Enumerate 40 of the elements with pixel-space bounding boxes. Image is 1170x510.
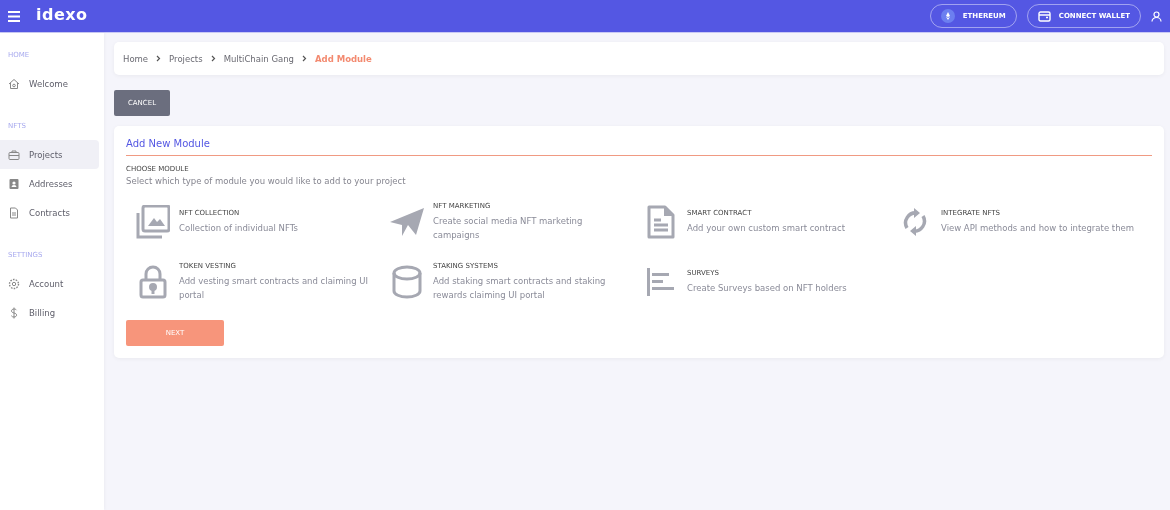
- sidebar-item[interactable]: Account: [0, 269, 99, 298]
- breadcrumb-link[interactable]: Projects: [169, 53, 203, 64]
- module-description: Add your own custom smart contract: [687, 222, 845, 235]
- document-icon: [8, 206, 20, 219]
- cylinder-icon: [391, 265, 423, 299]
- breadcrumb-current: Add Module: [314, 53, 372, 64]
- home-icon: [8, 77, 20, 90]
- wallet-icon: [1037, 10, 1051, 22]
- breadcrumb-link[interactable]: Home: [123, 53, 149, 64]
- breadcrumb-link[interactable]: MultiChain Gang: [223, 53, 294, 64]
- chevron-icon: [301, 55, 307, 62]
- module-description: Create social media NFT marketing campaigns: [433, 215, 584, 242]
- module-description: Create Surveys based on NFT holders: [687, 282, 847, 295]
- lock-icon: [139, 265, 167, 299]
- chevron-icon: [210, 55, 216, 62]
- sidebar-item[interactable]: Addresses: [0, 169, 99, 198]
- menu-icon[interactable]: [8, 10, 20, 22]
- bar-list-icon: [647, 268, 675, 296]
- paper-plane-icon: [390, 208, 424, 236]
- sidebar-item[interactable]: Billing: [0, 298, 99, 327]
- contact-card-icon: [8, 177, 20, 190]
- instructions-text: Select which type of module you would like to add to your project: [126, 176, 407, 186]
- briefcase-icon: [8, 148, 20, 161]
- module-description: View API methods and how to integrate them: [941, 222, 1135, 235]
- ethereum-icon: [940, 9, 955, 23]
- module-description: Add staking smart contracts and staking rewards claiming UI portal: [433, 275, 607, 302]
- sidebar-item[interactable]: Contracts: [0, 198, 99, 227]
- document-icon: [647, 205, 675, 239]
- user-icon[interactable]: [1151, 10, 1162, 22]
- dollar-icon: [8, 306, 20, 319]
- settings-icon: [8, 277, 20, 290]
- sidebar-item[interactable]: Welcome: [0, 69, 99, 98]
- card-title: Add New Module: [126, 138, 1152, 156]
- sidebar-item[interactable]: Projects: [0, 140, 99, 169]
- chevron-icon: [156, 55, 162, 62]
- logo: idexo: [36, 4, 88, 26]
- module-description: Collection of individual NFTs: [179, 222, 298, 235]
- sync-icon: [902, 206, 928, 238]
- images-icon: [136, 205, 170, 239]
- module-description: Add vesting smart contracts and claiming UI portal: [179, 275, 370, 302]
